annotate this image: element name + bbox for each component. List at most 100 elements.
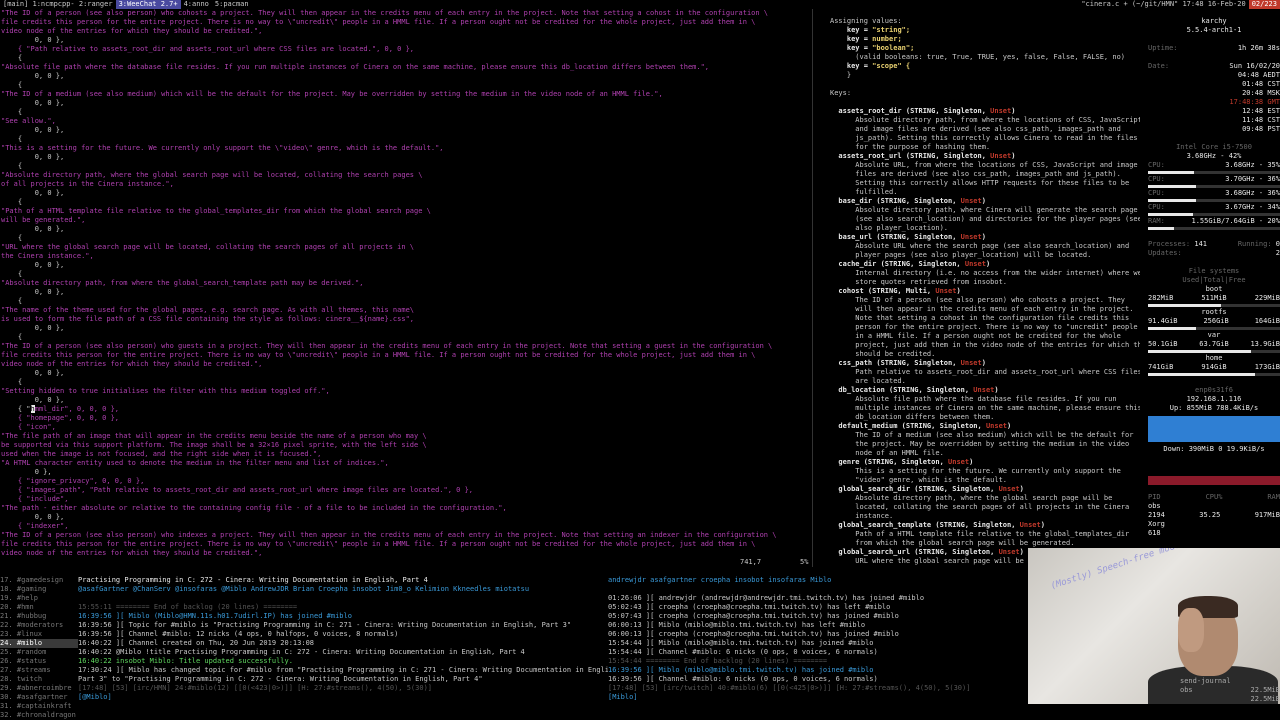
code-line: { — [1, 333, 23, 341]
help-line: player pages (see also player_location) … — [830, 251, 1092, 259]
code-line: video node of the entries for which they… — [1, 360, 263, 368]
config-help-pane[interactable]: Assigning values: key = "string"; key = … — [830, 17, 1140, 567]
fs-bar — [1148, 304, 1280, 307]
code-line: 0, 0 }, — [1, 36, 65, 44]
top-row: 618 — [1148, 529, 1161, 537]
tmux-tab-main[interactable]: [main] 1:ncmpcpp- 2:ranger — [0, 0, 116, 9]
code-line: video node of the entries for which they… — [1, 27, 263, 35]
code-line: "The path - either absolute or relative … — [1, 504, 507, 512]
code-line: { "ignore_privacy", 0, 0, 0 }, — [1, 477, 145, 485]
help-line: db_location differs between them. — [830, 413, 995, 421]
tmux-tab-pacman[interactable]: 5:pacman — [212, 0, 252, 9]
code-line: { "images_path", "Path relative to asset… — [1, 486, 474, 494]
code-line: will be generated.", — [1, 216, 86, 224]
help-line: css_path (STRING, Singleton, Unset) — [830, 359, 986, 367]
buffer-item[interactable]: 31. #captainkraft — [0, 702, 78, 711]
net-down: Down: 390MiB 0 19.9KiB/s — [1163, 445, 1265, 453]
help-line: db_location (STRING, Singleton, Unset) — [830, 386, 999, 394]
cpu-bar — [1148, 171, 1280, 174]
timezone-gmt: 17:48:38 GMT — [1229, 98, 1280, 106]
code-line: 0, 0 }, — [1, 189, 65, 197]
chat-buffer-hmn[interactable]: Practising Programming in C: 272 - Ciner… — [78, 576, 608, 720]
code-line: { — [1, 234, 23, 242]
help-line: "video" genre, which is the default. — [830, 476, 1008, 484]
code-line: "The ID of a person (see also person) wh… — [1, 342, 773, 350]
cpu-core-0: CPU: 3.68GHz - 35% — [1148, 161, 1280, 169]
code-line: 0, 0 }, — [1, 72, 65, 80]
buffer-item[interactable]: 22. #moderators — [0, 621, 78, 630]
code-line: 0 }, — [1, 468, 52, 476]
code-line: video node of the entries for which they… — [1, 549, 263, 557]
chat-line: 16:40:22 insobot Miblo: Title updated su… — [78, 657, 293, 665]
help-line: fulfilled. — [830, 188, 898, 196]
help-line: multiple instances of Cinera on the same… — [830, 404, 1140, 412]
buffer-item[interactable]: 30. #asafgartner — [0, 693, 78, 702]
code-line: is used to form the file path of a CSS f… — [1, 315, 415, 323]
pane-divider[interactable] — [812, 9, 813, 567]
help-line: cohost (STRING, Multi, Unset) — [830, 287, 961, 295]
buffer-item[interactable]: 20. #hmn — [0, 603, 78, 612]
date: Date: Sun 16/02/20 — [1148, 62, 1280, 70]
code-editor[interactable]: "The ID of a person (see also person) wh… — [0, 9, 812, 567]
timezone-cst: 11:48 CST — [1242, 116, 1280, 124]
help-line: The ID of a person (see also person) who… — [830, 296, 1126, 304]
buffer-item[interactable]: 24. #miblo — [0, 639, 78, 648]
code-line: { — [1, 135, 23, 143]
fs-bar — [1148, 373, 1280, 376]
chat-line: 16:39:56 ][ Channel #miblo: 12 nicks (4 … — [78, 630, 399, 638]
code-line: { — [1, 297, 23, 305]
buffer-item[interactable]: 17. #gamedesign — [0, 576, 78, 585]
help-line: Setting this correctly allows HTTP reque… — [830, 179, 1130, 187]
buffer-item[interactable]: 19. #help — [0, 594, 78, 603]
buffer-item[interactable]: 28. twitch — [0, 675, 78, 684]
buffer-list[interactable]: 17. #gamedesign 18. #gaming 19. #help 20. #… — [0, 576, 78, 720]
help-line: global_search_template (STRING, Singleto… — [830, 521, 1045, 529]
buffer-item[interactable]: 23. #linux — [0, 630, 78, 639]
fs-subtitle: Used|Total|Free — [1182, 276, 1246, 284]
scroll-percent: 5% — [800, 558, 809, 566]
help-line: This is a setting for the future. We cur… — [830, 467, 1121, 475]
help-line: key = "boolean"; — [830, 44, 915, 52]
fs-title: File systems — [1188, 267, 1240, 275]
webcam-hand — [1178, 608, 1204, 652]
timezone-aedt: 04:48 AEDT — [1237, 71, 1280, 79]
code-line: "The name of the theme used for the glob… — [1, 306, 415, 314]
tmux-tab-anno[interactable]: 4:anno — [181, 0, 212, 9]
help-line: Internal directory (i.e. no access from … — [830, 269, 1140, 277]
code-line: { "include", — [1, 495, 69, 503]
code-line: 0, 0 }, — [1, 261, 65, 269]
window-title: "cinera.c + (~/git/HMN" 17:48 16-Feb-20 — [1081, 0, 1246, 8]
buffer-item[interactable]: 29. #abnercoimbre — [0, 684, 78, 693]
timezone-cst: 01:48 CST — [1242, 80, 1280, 88]
cursor-position: 741,7 — [740, 558, 762, 566]
help-line: key = "string"; — [830, 26, 911, 34]
help-line: Absolute file path where the database fi… — [830, 395, 1117, 403]
uptime: Uptime: 1h 26m 38s — [1148, 44, 1280, 52]
code-line: "URL where the global search page will b… — [1, 243, 415, 251]
code-line: 0, 0 }, — [1, 369, 65, 377]
buffer-item[interactable]: 32. #chronaldragon — [0, 711, 78, 720]
help-line: node of an HMML file. — [830, 449, 944, 457]
fs-name: home — [1205, 354, 1223, 362]
buffer-item[interactable]: 21. #hubbug — [0, 612, 78, 621]
buffer-item[interactable]: 25. #random — [0, 648, 78, 657]
code-line: the Cinera instance.", — [1, 252, 94, 260]
chat-line: 17:30:24 ][ Miblo has changed topic for … — [78, 666, 608, 674]
net-interface: enp0s31f6 — [1195, 386, 1233, 394]
help-line: Absolute directory path, where Cinera wi… — [830, 206, 1138, 214]
code-line: 0, 0 }, — [1, 324, 65, 332]
ip-address: 192.168.1.116 — [1186, 395, 1242, 403]
buffer-item[interactable]: 26. #status — [0, 657, 78, 666]
buffer-item[interactable]: 18. #gaming — [0, 585, 78, 594]
help-line: project, just add them in the video node… — [830, 341, 1140, 349]
help-line: Path relative to assets_root_dir and ass… — [830, 368, 1140, 376]
tmux-tab-weechat[interactable]: 3:WeeChat 2.7+ — [115, 0, 181, 9]
help-line: The ID of a medium (see also medium) whi… — [830, 431, 1134, 439]
code-line: 0, 0 }, — [1, 153, 65, 161]
nick-list[interactable]: @asafGartner @ChanServ @insofaras @Miblo… — [78, 585, 608, 603]
buffer-item[interactable]: 27. #streams — [0, 666, 78, 675]
code-line: "The ID of a person (see also person) wh… — [1, 531, 777, 539]
top-header: PID CPU% RAM — [1148, 493, 1280, 501]
help-line: Absolute directory path, where the globa… — [830, 494, 1113, 502]
ram-usage: RAM: 1.55GiB/7.64GiB - 20% — [1148, 217, 1280, 225]
